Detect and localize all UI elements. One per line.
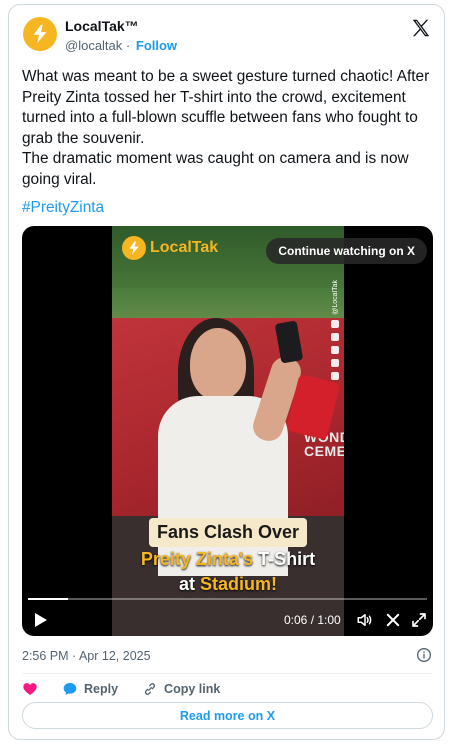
close-icon[interactable] bbox=[384, 611, 402, 629]
tweet-card: LocalTak™ @localtak · Follow What was me… bbox=[8, 4, 445, 740]
video-player[interactable]: WONDE CEMEN LocalTak @LocalTak bbox=[22, 226, 433, 636]
author-handle[interactable]: @localtak bbox=[65, 38, 122, 53]
read-more-button[interactable]: Read more on X bbox=[22, 702, 433, 729]
youtube-icon bbox=[331, 319, 339, 328]
copy-link-label: Copy link bbox=[164, 682, 221, 696]
tweet-paragraph: What was meant to be a sweet gesture tur… bbox=[22, 68, 430, 147]
instagram-icon bbox=[331, 371, 339, 380]
caption-line-2: Preity Zinta's T-Shirt bbox=[140, 549, 316, 569]
like-button[interactable] bbox=[22, 681, 38, 697]
overlay-logo: LocalTak bbox=[122, 236, 218, 260]
progress-fill bbox=[28, 598, 68, 600]
lightning-icon bbox=[33, 24, 47, 44]
copy-link-button[interactable]: Copy link bbox=[142, 681, 220, 697]
video-frame: WONDE CEMEN LocalTak @LocalTak bbox=[112, 226, 344, 636]
person-head bbox=[190, 328, 246, 400]
reply-button[interactable]: Reply bbox=[62, 681, 118, 697]
author-line: @localtak · Follow bbox=[65, 38, 177, 53]
social-rail: @LocalTak bbox=[330, 280, 340, 380]
avatar[interactable] bbox=[23, 17, 57, 51]
play-icon[interactable] bbox=[34, 612, 48, 628]
x-logo-icon[interactable] bbox=[410, 17, 432, 39]
side-handle: @LocalTak bbox=[331, 280, 339, 315]
link-icon bbox=[145, 683, 156, 695]
caption-line-1: Fans Clash Over bbox=[148, 518, 308, 547]
info-icon[interactable] bbox=[416, 647, 432, 663]
follow-button[interactable]: Follow bbox=[136, 38, 177, 53]
x-icon bbox=[331, 345, 339, 354]
tweet-timestamp[interactable]: 2:56 PM · Apr 12, 2025 bbox=[22, 649, 151, 663]
hashtag-link[interactable]: #PreityZinta bbox=[22, 199, 104, 217]
video-caption: Fans Clash Over Preity Zinta's T-Shirt a… bbox=[112, 518, 344, 597]
action-bar: Reply Copy link bbox=[22, 677, 244, 701]
fullscreen-icon[interactable] bbox=[410, 611, 428, 629]
caption-line-3: at Stadium! bbox=[178, 574, 278, 594]
lightning-icon bbox=[122, 236, 146, 260]
reply-icon bbox=[63, 683, 77, 695]
heart-icon bbox=[23, 683, 37, 695]
tweet-paragraph: The dramatic moment was caught on camera… bbox=[22, 150, 409, 188]
author-name[interactable]: LocalTak™ bbox=[65, 18, 139, 34]
separator: · bbox=[125, 38, 131, 53]
threads-icon bbox=[331, 332, 339, 341]
tweet-text: What was meant to be a sweet gesture tur… bbox=[22, 67, 436, 191]
volume-icon[interactable] bbox=[356, 611, 374, 629]
overlay-brand: LocalTak bbox=[150, 239, 219, 256]
reply-label: Reply bbox=[84, 682, 119, 696]
time-display: 0:06 / 1:00 bbox=[284, 613, 341, 627]
divider bbox=[22, 673, 433, 674]
continue-watching-button[interactable]: Continue watching on X bbox=[266, 238, 427, 264]
facebook-icon bbox=[331, 358, 339, 367]
progress-bar[interactable] bbox=[28, 598, 427, 600]
